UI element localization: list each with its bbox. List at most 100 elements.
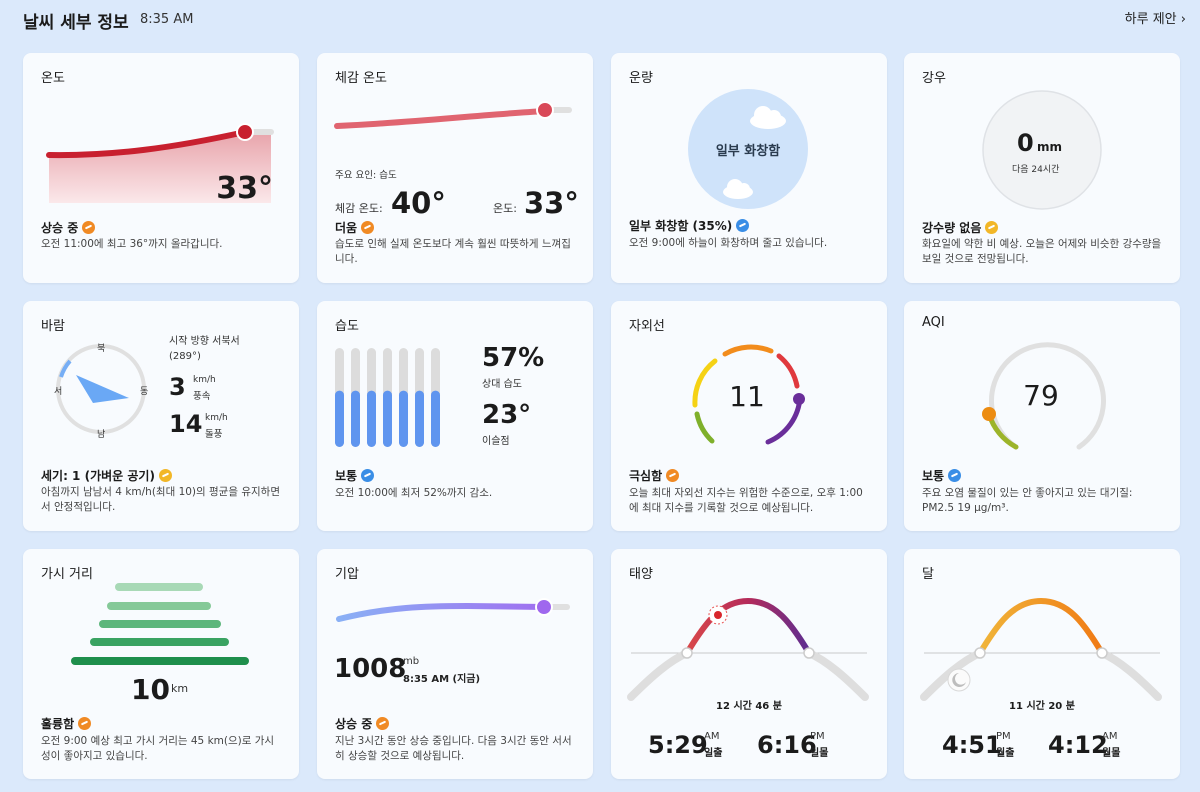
trend-up-icon xyxy=(361,221,375,234)
wind-gust-unit: km/h xyxy=(205,413,228,423)
visibility-card[interactable]: 가시 거리 10 km 훌륭함 오전 9:00 예상 최고 가시 거리는 45 … xyxy=(23,549,299,779)
trend-up-icon xyxy=(666,469,680,482)
temp-label: 온도: xyxy=(493,202,517,215)
feels-like-graph xyxy=(334,101,572,129)
status-row: 훌륭함 xyxy=(41,715,92,732)
status-row: 극심함 xyxy=(629,467,680,484)
pressure-unit: mb xyxy=(403,656,420,667)
trend-down-icon xyxy=(948,469,962,482)
temp-value: 33° xyxy=(524,186,579,220)
trend-up-icon xyxy=(376,717,390,730)
temperature-value: 33° xyxy=(216,171,273,206)
aqi-card[interactable]: AQI 79 보통 주요 오염 물질이 있는 안 좋아지고 있는 대기질: PM… xyxy=(904,301,1180,531)
daily-suggestion-link[interactable]: 하루 제안 › xyxy=(1125,8,1186,27)
card-description: 지난 3시간 동안 상승 중입니다. 다음 3시간 동안 서서히 상승할 것으로… xyxy=(335,735,572,762)
sunset-ampm: PM xyxy=(810,731,825,742)
trend-up-icon xyxy=(82,221,96,234)
daily-suggestion-label: 하루 제안 xyxy=(1124,12,1177,27)
status-text: 극심함 xyxy=(629,469,663,483)
pressure-graph xyxy=(336,598,570,622)
rain-card[interactable]: 강우 0 mm 다음 24시간 강수량 없음 화요일에 약한 비 예상. 오늘은… xyxy=(904,53,1180,283)
moon-duration: 11 시간 20 분 xyxy=(1009,701,1075,712)
pressure-time: 8:35 AM (지금) xyxy=(403,674,481,685)
status-text: 훌륭함 xyxy=(41,717,75,731)
card-description: 습도로 인해 실제 온도보다 계속 훨씬 따뜻하게 느껴집니다. xyxy=(335,238,571,265)
main-factor: 주요 요인: 습도 xyxy=(335,170,397,181)
humidity-bars xyxy=(335,348,440,447)
humidity-bar-fill xyxy=(431,390,440,447)
chevron-right-icon: › xyxy=(1180,12,1186,27)
sunset-time: 6:16 xyxy=(757,731,817,759)
status-text: 세기: 1 (가벼운 공기) xyxy=(41,469,155,483)
rain-subtext: 다음 24시간 xyxy=(1012,165,1060,175)
status-text: 보통 xyxy=(335,469,358,483)
status-row: 세기: 1 (가벼운 공기) xyxy=(41,467,172,484)
page-title: 날씨 세부 정보 xyxy=(23,13,129,33)
uv-card[interactable]: 자외선 11 극심함 오늘 최대 자외선 지수는 위험한 수준으로, 오후 1:… xyxy=(611,301,887,531)
wind-gust: 14 xyxy=(169,410,203,438)
uv-marker xyxy=(793,393,805,405)
compass-south: 남 xyxy=(97,430,106,440)
rain-gauge xyxy=(982,90,1102,210)
card-description: 오전 9:00 예상 최고 가시 거리는 45 km(으)로 가시성이 좋아지고… xyxy=(41,735,275,762)
humidity-bar-fill xyxy=(367,390,376,447)
current-temp-marker xyxy=(236,123,254,141)
cloud-circle-text: 일부 화창함 xyxy=(715,144,781,159)
wind-speed-label: 풍속 xyxy=(193,391,211,402)
status-row: 보통 xyxy=(922,467,962,484)
moonrise-time: 4:51 xyxy=(942,731,1002,759)
status-text: 더움 xyxy=(335,221,358,235)
moon-card[interactable]: 달 11 시간 20 분 4:51 PM 월출 4:12 AM 월몰 xyxy=(904,549,1180,779)
feels-like-card[interactable]: 체감 온도 주요 요인: 습도 체감 온도: 40° 온도: 33° 더움 습도… xyxy=(317,53,593,283)
humidity-bar-fill xyxy=(383,390,392,447)
wind-card[interactable]: 바람 북 동 남 서 시작 방향 서북서 (289°) 3 km/h 풍속 14… xyxy=(23,301,299,531)
dew-point-label: 이슬점 xyxy=(482,436,510,447)
status-row: 강수량 없음 xyxy=(922,219,999,236)
humidity-bar-fill xyxy=(335,390,344,447)
card-description: 주요 오염 물질이 있는 안 좋아지고 있는 대기질: PM2.5 19 µg/… xyxy=(922,487,1133,514)
sunrise-time: 5:29 xyxy=(648,731,708,759)
status-text: 강수량 없음 xyxy=(922,221,982,235)
rain-value: 0 xyxy=(1017,129,1034,157)
sunrise-ampm: AM xyxy=(704,731,720,742)
sunrise-label: 일출 xyxy=(704,748,723,759)
pressure-card[interactable]: 기압 1008 mb 8:35 AM (지금) 상승 중 지난 3시간 동안 상… xyxy=(317,549,593,779)
status-row: 일부 화창함 (35%) xyxy=(629,217,750,234)
aqi-value: 79 xyxy=(1023,379,1059,412)
wind-gust-label: 돌풍 xyxy=(205,429,223,440)
compass-west: 서 xyxy=(54,387,63,397)
moonset-label: 월몰 xyxy=(1102,748,1121,759)
card-description: 오전 9:00에 하늘이 화창하며 줄고 있습니다. xyxy=(629,237,828,249)
humidity-bar-fill xyxy=(415,390,424,447)
wind-arrow-icon xyxy=(76,375,129,403)
status-text: 일부 화창함 (35%) xyxy=(629,219,733,233)
humidity-value: 57% xyxy=(482,343,545,373)
trend-steady-icon xyxy=(158,469,172,482)
sunset-label: 일몰 xyxy=(810,748,829,759)
temperature-card[interactable]: 온도 33° 상승 중 오전 11:00에 최고 36°까지 올라갑니다. xyxy=(23,53,299,283)
sun-card[interactable]: 태양 12 시간 46 분 5:29 AM 일출 6:16 PM 일몰 xyxy=(611,549,887,779)
trend-up-icon xyxy=(78,717,92,730)
status-row: 상승 중 xyxy=(41,219,96,236)
humidity-bar-fill xyxy=(351,390,360,447)
humidity-bar-fill xyxy=(399,390,408,447)
humidity-card[interactable]: 습도 57% 상대 습도 23° 이슬점 보통 오전 10:00에 최저 52%… xyxy=(317,301,593,531)
card-description: 아침까지 남남서 4 km/h(최대 10)의 평균을 유지하면서 안정적입니다… xyxy=(41,486,280,513)
feels-label: 체감 온도: xyxy=(335,202,383,215)
uv-value: 11 xyxy=(729,380,765,413)
trend-down-icon xyxy=(736,219,750,232)
visibility-value: 10 xyxy=(131,673,170,706)
status-text: 상승 중 xyxy=(335,717,373,731)
sun-arc xyxy=(627,597,869,701)
moonset-ampm: AM xyxy=(1102,731,1118,742)
card-description: 화요일에 약한 비 예상. 오늘은 어제와 비슷한 강수량을 보일 것으로 전망… xyxy=(922,238,1162,265)
aqi-marker xyxy=(982,407,996,421)
status-text: 보통 xyxy=(922,469,945,483)
cloud-card[interactable]: 운량 일부 화창함 일부 화창함 (35%) 오전 9:00에 하늘이 화창하며… xyxy=(611,53,887,283)
moonset-time: 4:12 xyxy=(1048,731,1108,759)
dew-point-value: 23° xyxy=(482,400,532,430)
header: 날씨 세부 정보 8:35 AM 하루 제안 › xyxy=(0,0,1200,40)
moon-arc xyxy=(920,597,1162,701)
card-description: 오전 10:00에 최저 52%까지 감소. xyxy=(335,487,493,499)
humidity-label: 상대 습도 xyxy=(482,379,522,390)
